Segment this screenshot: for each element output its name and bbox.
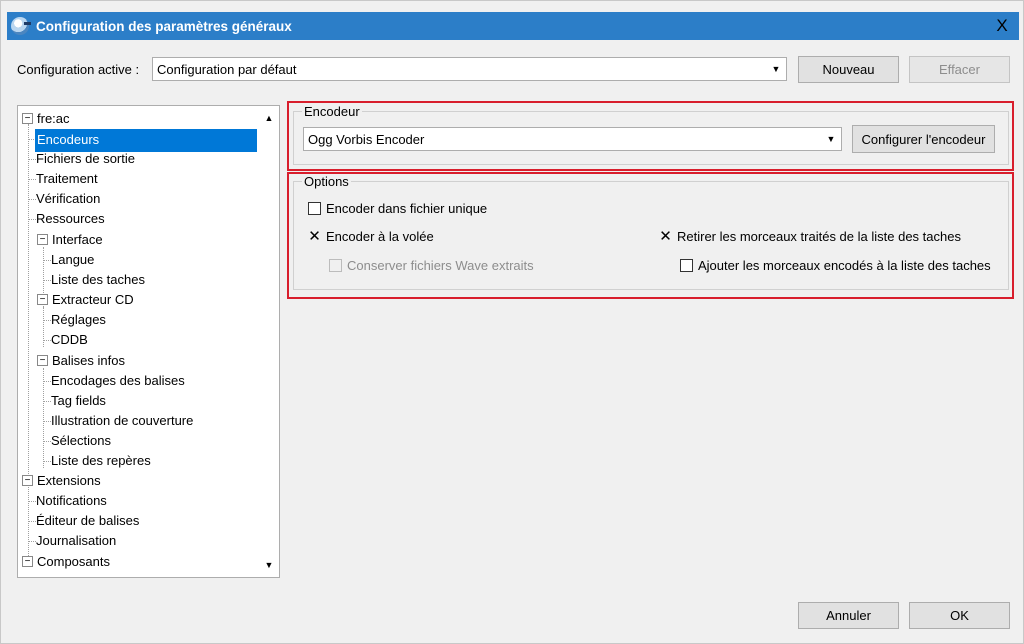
tree-item-components[interactable]: − Composants [22, 552, 110, 572]
collapse-icon[interactable]: − [22, 556, 33, 567]
checkbox-label: Encoder dans fichier unique [326, 201, 488, 216]
remove-tracks-checkbox[interactable]: ✕ Retirer les morceaux traités de la lis… [659, 229, 961, 245]
tree-item-processing[interactable]: Traitement [36, 169, 98, 189]
ok-button[interactable]: OK [909, 602, 1010, 629]
tree-item-task-list[interactable]: Liste des taches [51, 270, 145, 290]
collapse-icon[interactable]: − [37, 234, 48, 245]
scroll-down-icon[interactable]: ▼ [259, 555, 279, 575]
tree-item-label: Vérification [36, 191, 101, 206]
tree-item-label: Liste des repères [51, 453, 151, 468]
encoder-select[interactable]: Ogg Vorbis Encoder ▼ [303, 127, 842, 151]
tree-item-label: fre:ac [37, 111, 70, 126]
collapse-icon[interactable]: − [37, 294, 48, 305]
close-button[interactable]: X [991, 15, 1013, 37]
tree-item-selections[interactable]: Sélections [51, 431, 111, 451]
chevron-down-icon[interactable]: ▼ [821, 128, 841, 150]
on-the-fly-checkbox[interactable]: ✕ Encoder à la volée [308, 229, 434, 245]
tree-item-marker-list[interactable]: Liste des repères [51, 451, 151, 471]
tree-item-verification[interactable]: Vérification [36, 189, 100, 209]
tree-item-settings[interactable]: Réglages [51, 310, 106, 330]
collapse-icon[interactable]: − [22, 475, 33, 486]
checkbox-label: Retirer les morceaux traités de la liste… [677, 229, 961, 244]
tree-item-extensions[interactable]: − Extensions [22, 471, 101, 491]
tree-item-tag-editor[interactable]: Éditeur de balises [36, 511, 139, 531]
collapse-icon[interactable]: − [37, 355, 48, 366]
tree-item-label: Traitement [36, 171, 98, 186]
delete-config-button[interactable]: Effacer [909, 56, 1010, 83]
tree-item-encoders[interactable]: Encodeurs [35, 129, 257, 152]
tree-item-cd-ripper[interactable]: − Extracteur CD [37, 290, 134, 310]
scroll-up-icon[interactable]: ▲ [259, 108, 279, 128]
tree-item-label: Extracteur CD [52, 292, 134, 307]
checkbox-label: Conserver fichiers Wave extraits [347, 258, 534, 273]
chevron-down-icon[interactable]: ▼ [766, 58, 786, 80]
add-encoded-checkbox[interactable]: Ajouter les morceaux encodés à la liste … [680, 258, 991, 273]
app-icon [11, 17, 31, 35]
tree-item-tag-encodings[interactable]: Encodages des balises [51, 371, 185, 391]
tree-item-cddb[interactable]: CDDB [51, 330, 88, 350]
options-group-title: Options [302, 174, 351, 189]
tree-item-tag-fields[interactable]: Tag fields [51, 391, 106, 411]
checkbox-label: Ajouter les morceaux encodés à la liste … [698, 258, 991, 273]
configure-encoder-button[interactable]: Configurer l'encodeur [852, 125, 995, 153]
tree-item-tag-info[interactable]: − Balises infos [37, 351, 125, 371]
tree-item-interface[interactable]: − Interface [37, 230, 103, 250]
tree-item-logging[interactable]: Journalisation [36, 531, 116, 551]
settings-tree[interactable]: − fre:ac Encodeurs Fichiers de sortie Tr… [17, 105, 280, 578]
checkbox-box[interactable] [308, 202, 321, 215]
tree-item-label: Sélections [51, 433, 111, 448]
tree-scrollbar[interactable]: ▲ ▼ [259, 106, 279, 577]
tree-item-label: CDDB [51, 332, 88, 347]
tree-item-label: Réglages [51, 312, 106, 327]
tree-item-label: Tag fields [51, 393, 106, 408]
tree-item-label: Langue [51, 252, 95, 267]
check-mark-icon[interactable]: ✕ [659, 229, 672, 244]
tree-item-freac[interactable]: − fre:ac [22, 109, 70, 129]
active-config-value: Configuration par défaut [157, 61, 297, 77]
tree-item-language[interactable]: Langue [51, 250, 94, 270]
tree-item-resources[interactable]: Ressources [36, 209, 105, 229]
keep-wave-checkbox[interactable]: Conserver fichiers Wave extraits [329, 258, 534, 273]
tree-item-label: Notifications [36, 493, 107, 508]
collapse-icon[interactable]: − [22, 113, 33, 124]
checkbox-box[interactable] [680, 259, 693, 272]
tree-item-label: Fichiers de sortie [36, 151, 135, 166]
encoder-select-value: Ogg Vorbis Encoder [308, 131, 425, 147]
tree-item-label: Ressources [36, 211, 105, 226]
tree-item-cover-art[interactable]: Illustration de couverture [51, 411, 193, 431]
cancel-button[interactable]: Annuler [798, 602, 899, 629]
tree-item-label: Composants [37, 554, 110, 569]
encoder-group-title: Encodeur [302, 104, 362, 119]
new-config-button[interactable]: Nouveau [798, 56, 899, 83]
check-mark-icon[interactable]: ✕ [308, 229, 321, 244]
settings-dialog: Configuration des paramètres généraux X … [0, 0, 1024, 644]
tree-item-label: Journalisation [36, 533, 117, 548]
checkbox-label: Encoder à la volée [326, 229, 434, 244]
tree-item-label: Éditeur de balises [36, 513, 140, 528]
checkbox-box[interactable] [329, 259, 342, 272]
tree-item-label: Liste des taches [51, 272, 145, 287]
tree-item-output-files[interactable]: Fichiers de sortie [36, 149, 135, 169]
tree-item-label: Encodages des balises [51, 373, 185, 388]
tree-item-label: Illustration de couverture [51, 413, 194, 428]
tree-item-notifications[interactable]: Notifications [36, 491, 107, 511]
tree-item-label: Extensions [37, 473, 101, 488]
window-title: Configuration des paramètres généraux [36, 18, 292, 34]
title-bar: Configuration des paramètres généraux X [7, 12, 1019, 40]
tree-item-label: Balises infos [52, 353, 125, 368]
active-config-label: Configuration active : [17, 62, 140, 77]
active-config-select[interactable]: Configuration par défaut ▼ [152, 57, 787, 81]
single-file-checkbox[interactable]: Encoder dans fichier unique [308, 201, 487, 216]
tree-item-label: Interface [52, 232, 103, 247]
